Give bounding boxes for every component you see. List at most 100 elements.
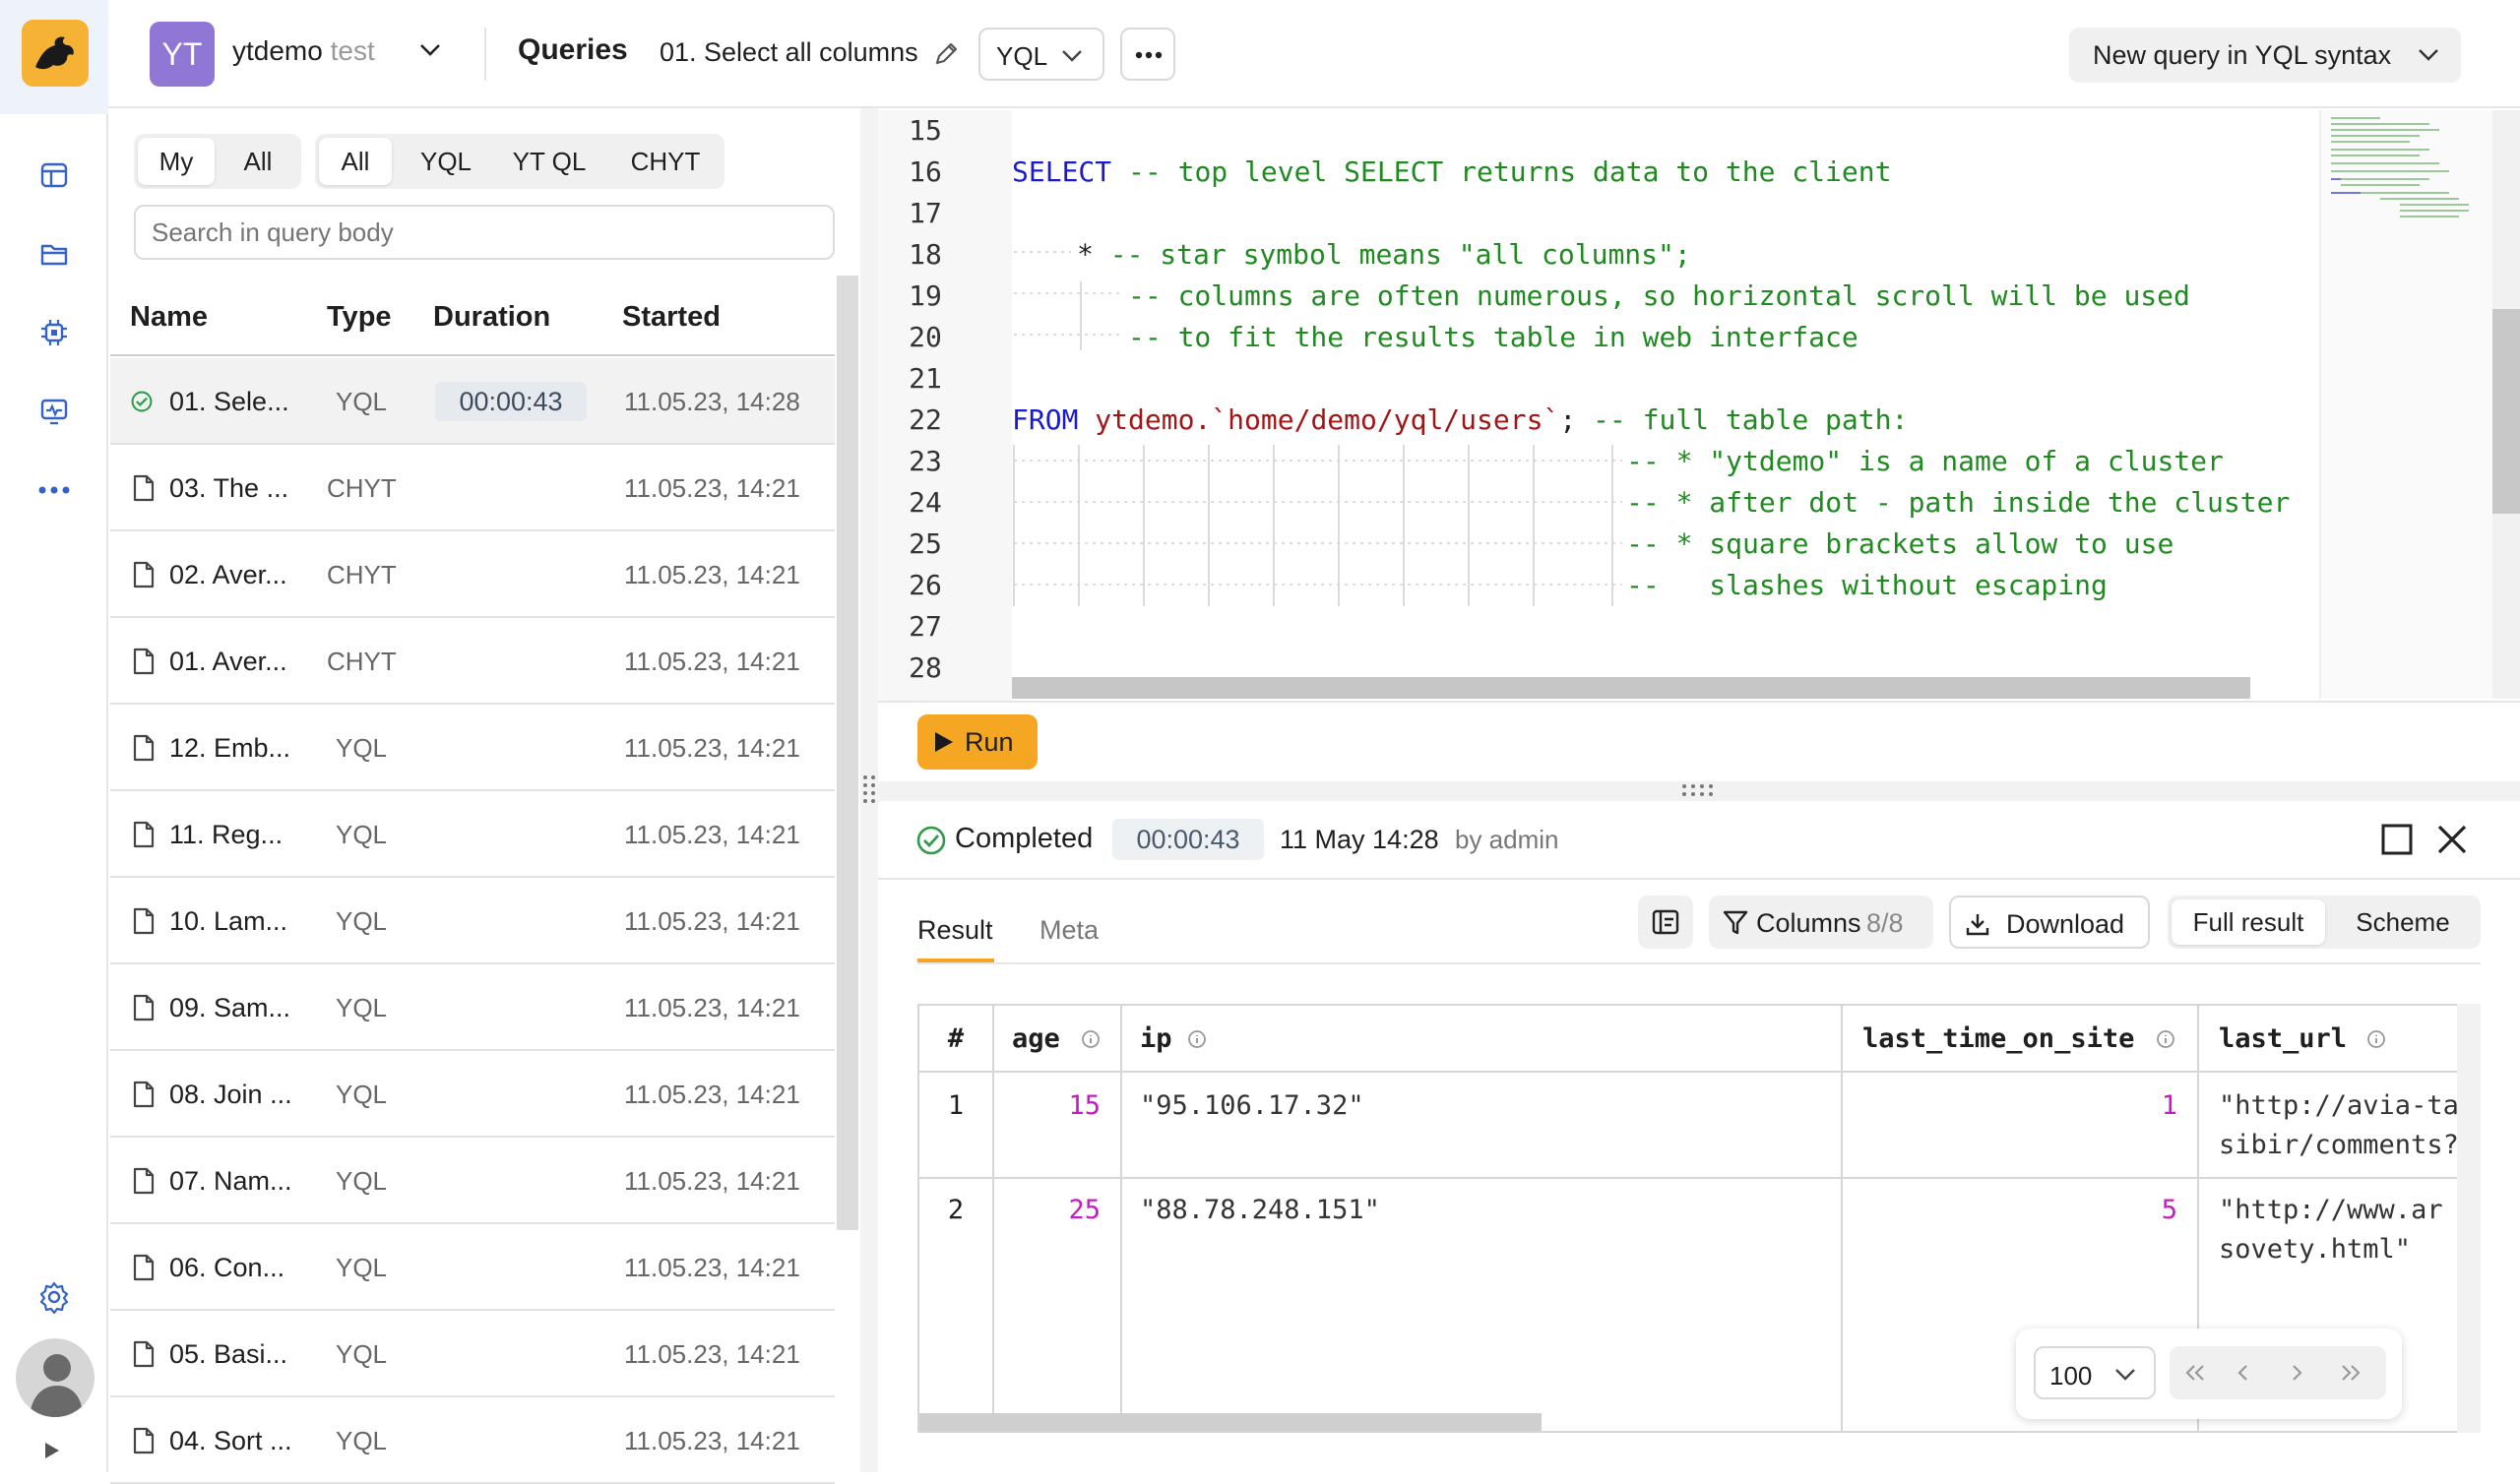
cell-ip[interactable]: "95.106.17.32" xyxy=(1140,1090,1364,1121)
pagination: 100 xyxy=(2016,1329,2402,1419)
file-icon xyxy=(133,1167,155,1195)
drag-handle-icon[interactable] xyxy=(1681,783,1715,802)
more-icon[interactable] xyxy=(31,466,78,514)
last-page-icon[interactable] xyxy=(2339,1364,2362,1382)
query-started: 11.05.23, 14:21 xyxy=(624,647,800,676)
editor-vscrollbar[interactable] xyxy=(2492,110,2520,699)
owner-all-tab[interactable]: All xyxy=(219,138,297,185)
list-item[interactable]: 03. The ... CHYT 11.05.23, 14:21 xyxy=(110,445,835,531)
cell-url-line2[interactable]: sovety.html" xyxy=(2219,1234,2411,1265)
next-page-icon[interactable] xyxy=(2290,1364,2303,1382)
cell-url-line2[interactable]: sibir/comments? xyxy=(2219,1130,2457,1160)
list-item[interactable]: 11. Reg... YQL 11.05.23, 14:21 xyxy=(110,791,835,878)
cell-ip[interactable]: "88.78.248.151" xyxy=(1140,1195,1380,1225)
full-result-tab[interactable]: Full result xyxy=(2172,899,2325,945)
th-age[interactable]: age xyxy=(1012,1023,1060,1054)
query-title[interactable]: 01. Select all columns xyxy=(660,37,918,68)
list-item[interactable]: 08. Join ... YQL 11.05.23, 14:21 xyxy=(110,1051,835,1138)
col-type[interactable]: Type xyxy=(327,301,392,334)
tab-meta[interactable]: Meta xyxy=(1040,915,1099,946)
editor-hscrollbar[interactable] xyxy=(1012,677,2250,699)
th-ip[interactable]: ip xyxy=(1140,1023,1172,1054)
list-item[interactable]: 01. Sele... YQL 00:00:43 11.05.23, 14:28 xyxy=(110,358,835,445)
prev-page-icon[interactable] xyxy=(2236,1364,2250,1382)
code-line-23[interactable]: -- * "ytdemo" is a name of a cluster xyxy=(1626,445,2224,477)
engine-yql-tab[interactable]: YQL xyxy=(400,138,492,185)
expand-icon[interactable] xyxy=(43,1441,61,1465)
search-input[interactable] xyxy=(134,205,835,260)
code-line-24[interactable]: -- * after dot - path inside the cluster xyxy=(1626,486,2290,519)
info-icon[interactable] xyxy=(1081,1029,1101,1049)
app-logo[interactable] xyxy=(22,20,89,87)
list-scrollbar[interactable] xyxy=(837,276,858,1230)
layout-toggle-button[interactable] xyxy=(1638,896,1693,949)
table-vscrollbar[interactable] xyxy=(2457,1004,2481,1433)
minimap[interactable] xyxy=(2319,110,2492,699)
navigation-icon[interactable] xyxy=(31,152,78,199)
file-icon xyxy=(133,1254,155,1281)
engine-all-tab[interactable]: All xyxy=(319,138,392,185)
cell-url-line1[interactable]: "http://www.ar xyxy=(2219,1195,2443,1225)
col-started[interactable]: Started xyxy=(622,301,721,334)
maximize-icon[interactable] xyxy=(2380,823,2414,856)
query-started: 11.05.23, 14:21 xyxy=(624,1080,800,1109)
list-item[interactable]: 12. Emb... YQL 11.05.23, 14:21 xyxy=(110,705,835,791)
info-icon[interactable] xyxy=(1187,1029,1207,1049)
col-duration[interactable]: Duration xyxy=(433,301,550,334)
list-item[interactable]: 02. Aver... CHYT 11.05.23, 14:21 xyxy=(110,531,835,618)
line-number: 25 xyxy=(909,527,942,560)
section-title: Queries xyxy=(518,33,628,66)
cell-age[interactable]: 15 xyxy=(994,1090,1101,1121)
list-item[interactable]: 07. Nam... YQL 11.05.23, 14:21 xyxy=(110,1138,835,1224)
download-button[interactable]: Download xyxy=(1949,896,2150,949)
query-type: CHYT xyxy=(327,647,397,676)
engine-select[interactable]: YQL xyxy=(978,28,1104,81)
info-icon[interactable] xyxy=(2366,1029,2386,1049)
query-type: CHYT xyxy=(327,560,397,589)
page-size-select[interactable]: 100 xyxy=(2034,1346,2156,1399)
more-actions-button[interactable] xyxy=(1120,28,1175,81)
list-item[interactable]: 10. Lam... YQL 11.05.23, 14:21 xyxy=(110,878,835,964)
folder-icon[interactable] xyxy=(31,230,78,278)
close-icon[interactable] xyxy=(2435,823,2469,856)
list-item[interactable]: 01. Aver... CHYT 11.05.23, 14:21 xyxy=(110,618,835,705)
code-line-25[interactable]: -- * square brackets allow to use xyxy=(1626,527,2174,560)
list-item[interactable]: 04. Sort ... YQL 11.05.23, 14:21 xyxy=(110,1397,835,1484)
list-item[interactable]: 09. Sam... YQL 11.05.23, 14:21 xyxy=(110,964,835,1051)
monitoring-icon[interactable] xyxy=(31,388,78,435)
chip-icon[interactable] xyxy=(31,309,78,356)
info-icon[interactable] xyxy=(2156,1029,2175,1049)
run-button[interactable]: Run xyxy=(917,714,1038,770)
owner-my-tab[interactable]: My xyxy=(138,138,215,185)
cell-last-time[interactable]: 5 xyxy=(1843,1195,2177,1225)
pencil-icon[interactable] xyxy=(933,41,959,72)
engine-ytql-tab[interactable]: YT QL xyxy=(494,138,604,185)
avatar[interactable] xyxy=(16,1338,94,1417)
cluster-selector[interactable]: ytdemo test xyxy=(232,35,375,67)
cell-last-time[interactable]: 1 xyxy=(1843,1090,2177,1121)
code-line-16[interactable]: SELECT -- top level SELECT returns data … xyxy=(1012,155,1891,188)
scheme-tab[interactable]: Scheme xyxy=(2329,899,2477,945)
line-number: 22 xyxy=(909,403,942,436)
code-line-26[interactable]: -- slashes without escaping xyxy=(1626,569,2108,601)
first-page-icon[interactable] xyxy=(2183,1364,2207,1382)
list-item[interactable]: 06. Con... YQL 11.05.23, 14:21 xyxy=(110,1224,835,1311)
cell-age[interactable]: 25 xyxy=(994,1195,1101,1225)
columns-button[interactable]: Columns 8/8 xyxy=(1709,896,1933,949)
cell-url-line1[interactable]: "http://avia-ta xyxy=(2219,1090,2457,1121)
chevron-down-icon[interactable] xyxy=(419,43,441,62)
query-type: YQL xyxy=(335,1166,388,1196)
engine-chyt-tab[interactable]: CHYT xyxy=(610,138,721,185)
drag-handle-icon[interactable] xyxy=(862,773,876,810)
list-item[interactable]: 05. Basi... YQL 11.05.23, 14:21 xyxy=(110,1311,835,1397)
tab-result[interactable]: Result xyxy=(917,915,993,946)
new-query-button[interactable]: New query in YQL syntax xyxy=(2069,28,2461,83)
file-icon xyxy=(133,561,155,588)
table-hscrollbar[interactable] xyxy=(919,1413,1542,1431)
header-divider xyxy=(110,354,835,356)
col-name[interactable]: Name xyxy=(130,301,208,334)
th-last-url[interactable]: last_url xyxy=(2219,1023,2347,1054)
settings-icon[interactable] xyxy=(31,1273,78,1321)
file-icon xyxy=(133,1340,155,1368)
th-last-time[interactable]: last_time_on_site xyxy=(1862,1023,2134,1054)
